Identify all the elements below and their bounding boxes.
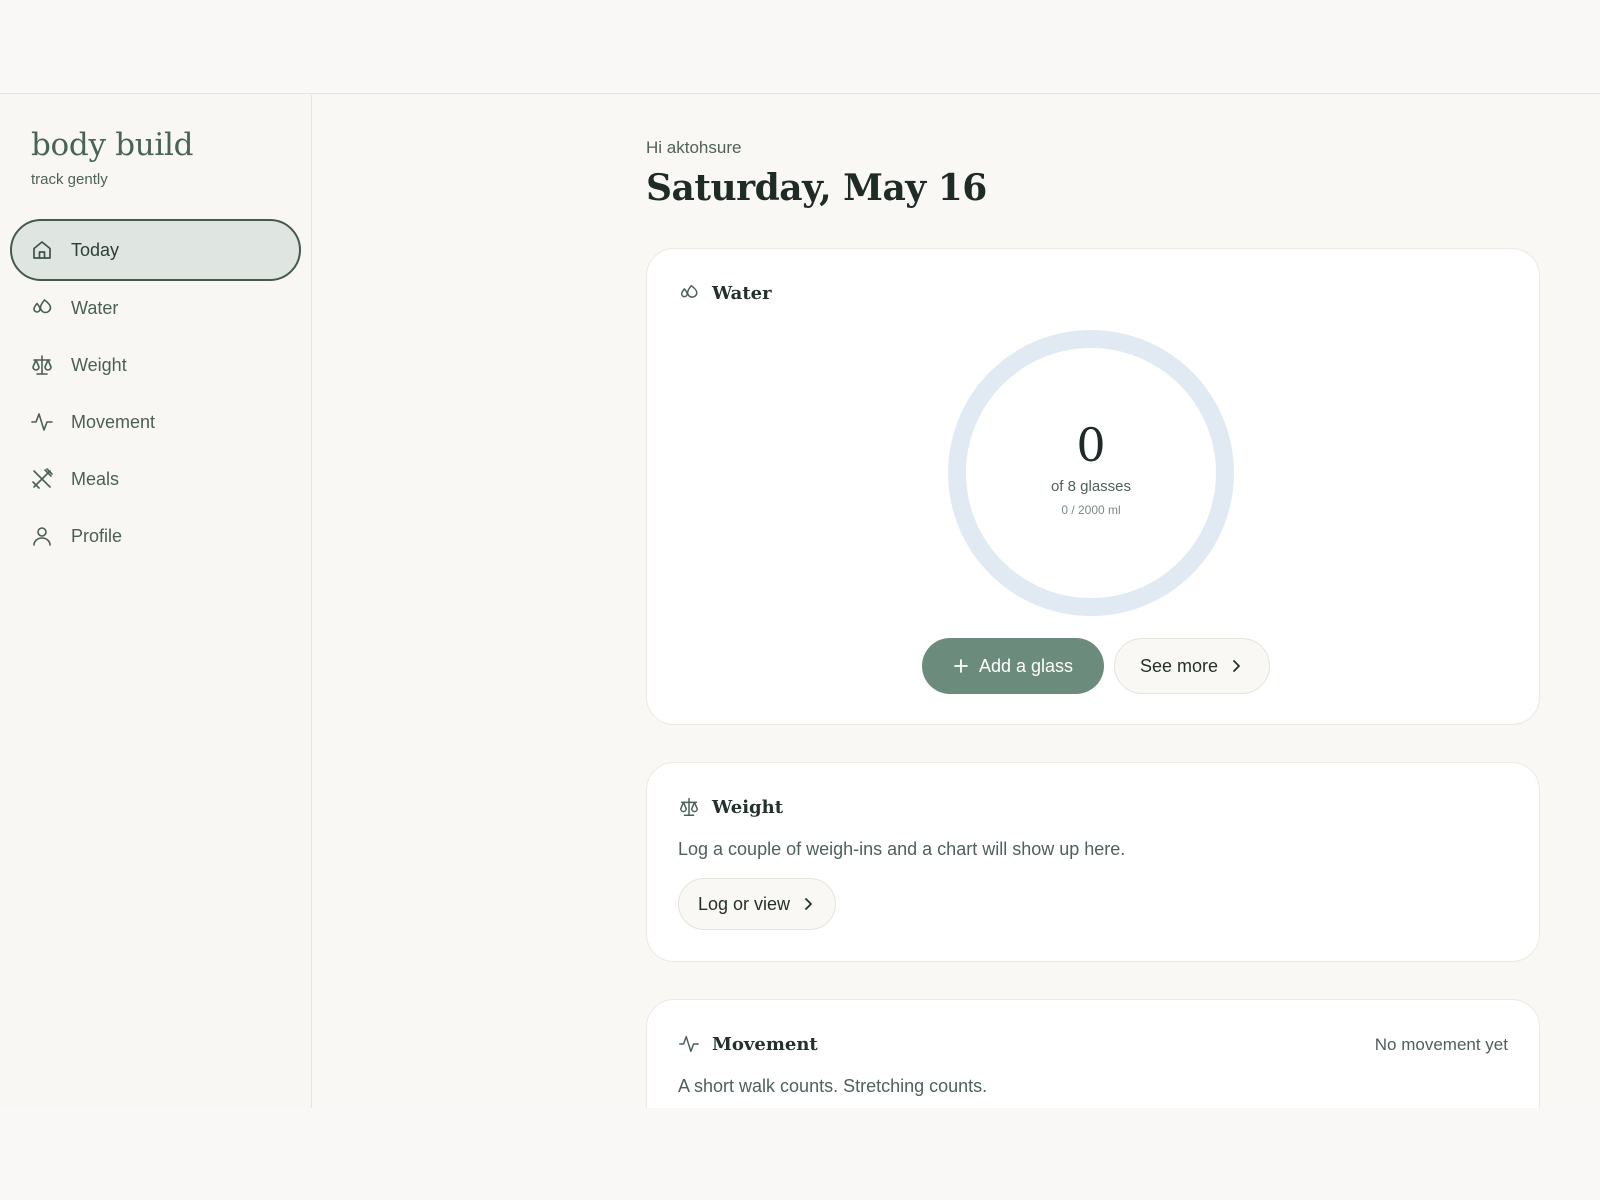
utensils-icon: [30, 467, 54, 491]
main-content: Hi aktohsure Saturday, May 16 Water 0 of…: [313, 95, 1600, 1108]
movement-card-header: Movement: [678, 1033, 818, 1055]
movement-status: No movement yet: [1374, 1035, 1508, 1054]
water-progress-ring: 0 of 8 glasses 0 / 2000 ml: [946, 328, 1236, 618]
sidebar-item-water[interactable]: Water: [10, 277, 301, 339]
log-or-view-button[interactable]: Log or view: [678, 878, 836, 930]
sidebar-item-label: Water: [71, 297, 119, 318]
greeting: Hi aktohsure: [646, 138, 742, 157]
weight-card-header: Weight: [678, 796, 783, 818]
water-card-title: Water: [712, 282, 772, 304]
water-goal-label: of 8 glasses: [1050, 478, 1132, 495]
weight-description: Log a couple of weigh-ins and a chart wi…: [678, 839, 1126, 859]
sidebar-item-weight[interactable]: Weight: [10, 334, 301, 396]
weight-card-title: Weight: [712, 796, 784, 818]
ring-track: [948, 330, 1234, 616]
movement-card: Movement No movement yet A short walk co…: [646, 999, 1540, 1108]
brand-subtitle: track gently: [31, 171, 108, 188]
sidebar-item-label: Today: [71, 239, 120, 260]
sidebar-item-meals[interactable]: Meals: [10, 448, 301, 510]
water-card-header: Water: [678, 282, 772, 304]
sidebar-item-label: Meals: [71, 468, 120, 489]
activity-icon: [30, 410, 54, 434]
water-card: Water 0 of 8 glasses 0 / 2000 ml Add a g…: [646, 248, 1540, 725]
top-bar: [0, 0, 1600, 94]
droplets-icon: [678, 282, 700, 304]
weight-card: Weight Log a couple of weigh-ins and a c…: [646, 762, 1540, 962]
see-more-label: See more: [1139, 655, 1219, 676]
add-glass-button[interactable]: Add a glass: [922, 638, 1104, 694]
add-glass-label: Add a glass: [978, 655, 1074, 676]
page-title: Saturday, May 16: [646, 167, 987, 209]
bottom-bar: [0, 1108, 1600, 1200]
see-more-button[interactable]: See more: [1114, 638, 1270, 694]
sidebar: body build track gently Today Water Weig…: [0, 95, 312, 1108]
plus-icon: [953, 658, 969, 674]
sidebar-item-label: Weight: [71, 354, 127, 375]
sidebar-item-label: Movement: [71, 411, 156, 432]
chevron-right-icon: [1228, 658, 1244, 674]
sidebar-item-movement[interactable]: Movement: [10, 391, 301, 453]
movement-description: A short walk counts. Stretching counts.: [678, 1076, 988, 1096]
user-icon: [30, 524, 54, 548]
activity-icon: [678, 1033, 700, 1055]
scale-icon: [30, 353, 54, 377]
sidebar-item-label: Profile: [71, 525, 123, 546]
movement-card-title: Movement: [712, 1033, 818, 1055]
droplets-icon: [30, 296, 54, 320]
brand-title: body build: [31, 127, 194, 163]
home-icon: [30, 238, 54, 262]
water-ml-label: 0 / 2000 ml: [1061, 503, 1121, 517]
sidebar-item-today[interactable]: Today: [10, 219, 301, 281]
scale-icon: [678, 796, 700, 818]
log-or-view-label: Log or view: [697, 893, 791, 914]
sidebar-item-profile[interactable]: Profile: [10, 505, 301, 567]
water-count: 0: [1076, 418, 1106, 472]
chevron-right-icon: [800, 896, 816, 912]
